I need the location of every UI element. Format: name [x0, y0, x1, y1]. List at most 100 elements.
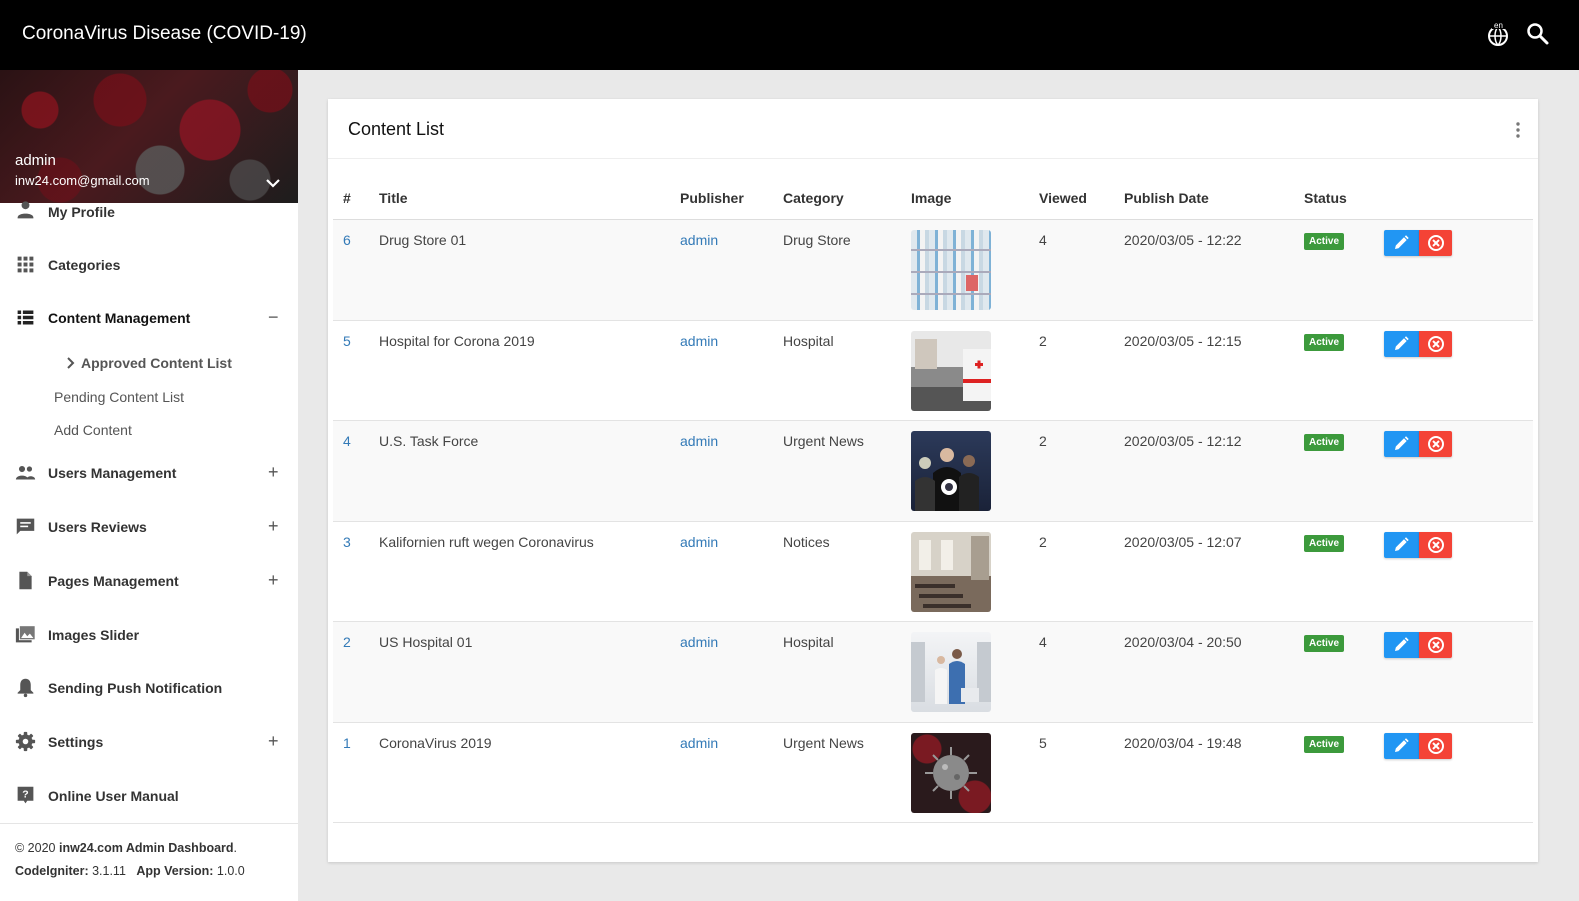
expand-plus-icon[interactable]: +	[268, 516, 279, 536]
sub-item-pending-content-list[interactable]: Pending Content List	[54, 389, 184, 405]
version-info: CodeIgniter: 3.1.11 App Version: 1.0.0	[15, 864, 245, 878]
sidebar-item-online-user-manual[interactable]: ? Online User Manual	[0, 782, 298, 812]
row-viewed: 4	[1039, 232, 1047, 248]
row-id[interactable]: 6	[343, 232, 351, 248]
sidebar-item-label: Users Reviews	[48, 519, 147, 535]
column-header-image[interactable]: Image	[911, 190, 951, 206]
table-row: 2 US Hospital 01 admin Hospital 4 2020/0…	[333, 622, 1533, 723]
row-id[interactable]: 3	[343, 534, 351, 550]
sub-item-add-content[interactable]: Add Content	[54, 422, 132, 438]
row-publisher[interactable]: admin	[680, 333, 718, 349]
status-badge: Active	[1304, 635, 1345, 652]
bell-icon	[17, 678, 34, 698]
delete-button[interactable]	[1419, 531, 1452, 558]
sidebar-item-push-notification[interactable]: Sending Push Notification	[0, 674, 298, 704]
sidebar-item-images-slider[interactable]: Images Slider	[0, 621, 298, 651]
sidebar-item-categories[interactable]: Categories	[0, 251, 298, 281]
edit-button[interactable]	[1384, 431, 1419, 457]
edit-button[interactable]	[1384, 230, 1419, 256]
sidebar-item-users-management[interactable]: Users Management +	[0, 459, 298, 489]
row-id[interactable]: 5	[343, 333, 351, 349]
expand-plus-icon[interactable]: +	[268, 462, 279, 482]
language-globe-icon[interactable]: en	[1484, 20, 1512, 48]
list-icon	[17, 310, 34, 325]
row-title: Drug Store 01	[379, 232, 467, 248]
edit-button[interactable]	[1384, 632, 1419, 658]
sidebar-item-label: Images Slider	[48, 627, 140, 643]
row-publisher[interactable]: admin	[680, 634, 718, 650]
column-header-publish-date[interactable]: Publish Date	[1124, 190, 1209, 206]
page-title: Content List	[348, 119, 445, 139]
search-icon[interactable]	[1524, 20, 1552, 48]
table-row: 1 CoronaVirus 2019 admin Urgent News 5 2…	[333, 722, 1533, 823]
file-icon	[19, 571, 32, 590]
sidebar-item-pages-management[interactable]: Pages Management +	[0, 567, 298, 597]
delete-button[interactable]	[1419, 431, 1452, 457]
row-category: Urgent News	[783, 734, 864, 751]
grid-icon	[17, 256, 34, 273]
column-header-publisher[interactable]: Publisher	[680, 190, 744, 206]
help-icon: ?	[17, 786, 34, 804]
sidebar-item-settings[interactable]: Settings +	[0, 728, 298, 758]
table-header: # Title Publisher Category Image Viewed …	[333, 179, 1533, 220]
column-header-id[interactable]: #	[343, 190, 351, 206]
footer-brand: inw24.com Admin Dashboard	[58, 841, 234, 855]
close-circle-icon	[1428, 536, 1444, 553]
edit-button[interactable]	[1384, 330, 1419, 357]
pencil-icon	[1395, 235, 1409, 249]
close-circle-icon	[1428, 436, 1444, 452]
close-circle-icon	[1428, 235, 1444, 251]
column-header-category[interactable]: Category	[783, 190, 844, 206]
delete-button[interactable]	[1419, 230, 1452, 256]
people-icon	[15, 465, 36, 480]
lang-badge: en	[1494, 21, 1503, 30]
row-id[interactable]: 1	[343, 735, 351, 751]
row-viewed: 4	[1039, 634, 1047, 650]
image-icon	[15, 625, 36, 643]
row-publisher[interactable]: admin	[680, 433, 718, 449]
status-badge: Active	[1304, 534, 1345, 552]
user-info-panel: admin inw24.com@gmail.com	[0, 70, 298, 203]
pencil-icon	[1395, 335, 1409, 350]
row-category: Hospital	[783, 332, 834, 349]
delete-button[interactable]	[1419, 732, 1452, 759]
sidebar-item-my-profile[interactable]: My Profile	[0, 197, 298, 227]
row-category: Urgent News	[783, 433, 864, 449]
edit-button[interactable]	[1384, 732, 1419, 759]
edit-button[interactable]	[1384, 531, 1419, 558]
row-title: CoronaVirus 2019	[379, 734, 492, 751]
status-badge: Active	[1304, 735, 1345, 753]
svg-text:?: ?	[22, 789, 28, 801]
sidebar-item-label: Pages Management	[48, 573, 179, 589]
status-badge: Active	[1304, 333, 1345, 351]
sidebar-item-label: Users Management	[48, 465, 177, 481]
column-header-title[interactable]: Title	[379, 190, 408, 206]
delete-button[interactable]	[1419, 632, 1452, 658]
sidebar-item-users-reviews[interactable]: Users Reviews +	[0, 513, 298, 543]
sidebar-item-label: Settings	[48, 734, 104, 750]
row-id[interactable]: 4	[343, 433, 351, 449]
sub-item-approved-content-list[interactable]: Approved Content List	[81, 355, 232, 371]
user-email: inw24.com@gmail.com	[15, 173, 150, 188]
more-vertical-icon[interactable]	[1512, 121, 1524, 139]
row-id[interactable]: 2	[343, 634, 351, 650]
user-name: admin	[15, 152, 56, 169]
delete-button[interactable]	[1419, 330, 1452, 357]
row-publisher[interactable]: admin	[680, 232, 718, 248]
row-publish-date: 2020/03/05 - 12:22	[1124, 232, 1242, 248]
row-publisher[interactable]: admin	[680, 534, 718, 550]
collapse-minus-icon[interactable]: −	[268, 307, 279, 327]
chevron-down-icon[interactable]	[266, 178, 280, 188]
expand-plus-icon[interactable]: +	[268, 731, 279, 751]
row-publisher[interactable]: admin	[680, 735, 718, 751]
card-header: Content List	[328, 99, 1538, 159]
column-header-viewed[interactable]: Viewed	[1039, 190, 1087, 206]
content-list-card: Content List # Title Publisher Category …	[328, 99, 1538, 862]
sidebar-footer: © 2020 inw24.com Admin Dashboard. CodeIg…	[0, 823, 298, 901]
sidebar-item-label: Content Management	[48, 310, 191, 326]
row-publish-date: 2020/03/05 - 12:12	[1124, 433, 1242, 449]
column-header-status[interactable]: Status	[1304, 190, 1347, 206]
sidebar-item-content-management[interactable]: Content Management −	[0, 304, 298, 334]
expand-plus-icon[interactable]: +	[268, 570, 279, 590]
sidebar-item-label: Sending Push Notification	[48, 680, 223, 696]
